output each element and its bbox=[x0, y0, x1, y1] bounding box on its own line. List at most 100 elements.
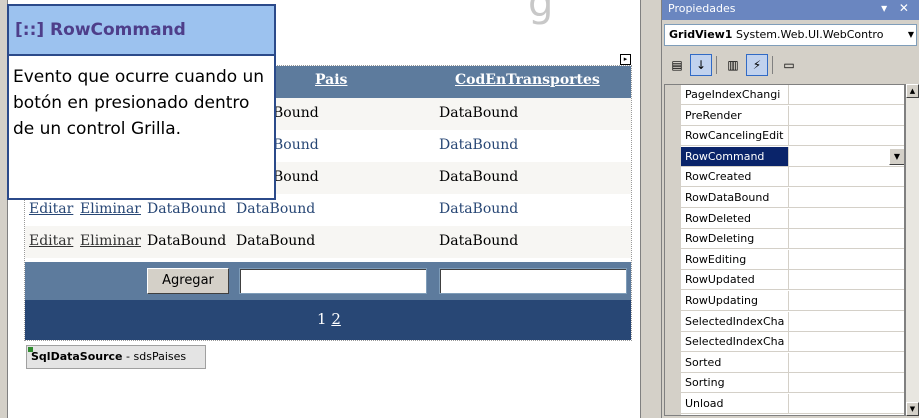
event-handler-value[interactable] bbox=[791, 250, 904, 269]
event-handler-value[interactable] bbox=[791, 188, 904, 207]
pager: 1 2 bbox=[317, 310, 341, 328]
categorized-button[interactable]: ▤ bbox=[666, 54, 688, 76]
cell-codentransportes: DataBound bbox=[439, 201, 519, 217]
event-name: RowCommand bbox=[681, 146, 789, 166]
event-handler-value[interactable] bbox=[791, 353, 904, 372]
add-button[interactable]: Agregar bbox=[147, 268, 229, 294]
grid-gutter bbox=[665, 85, 681, 415]
event-handler-value[interactable] bbox=[791, 332, 904, 351]
event-row[interactable]: RowCreated bbox=[681, 167, 904, 188]
event-name: RowDataBound bbox=[681, 188, 789, 207]
edit-link[interactable]: Editar bbox=[29, 201, 73, 217]
event-row[interactable]: RowDeleted bbox=[681, 208, 904, 229]
event-name: SelectedIndexCha bbox=[681, 311, 789, 331]
event-name: SelectedIndexCha bbox=[681, 332, 789, 352]
property-pages-icon: ▭ bbox=[783, 58, 795, 72]
alphabetical-icon: ↓ bbox=[695, 58, 707, 72]
title-controls[interactable]: ▾ ✕ bbox=[881, 1, 913, 15]
cell-codentransportes: DataBound bbox=[439, 137, 519, 153]
cell-codentransportes: DataBound bbox=[439, 169, 519, 185]
cell-codentransportes: DataBound bbox=[439, 105, 519, 121]
grid-footer-row: Agregar bbox=[25, 262, 631, 300]
pager-current-page: 1 bbox=[317, 310, 327, 328]
event-name: RowEditing bbox=[681, 249, 789, 269]
grid-pager-row: 1 2 bbox=[25, 300, 631, 340]
event-handler-value[interactable] bbox=[791, 209, 904, 228]
event-name: RowUpdated bbox=[681, 270, 789, 290]
scroll-up-icon[interactable]: ▲ bbox=[906, 84, 919, 98]
design-surface: g Pais CodEnTransportes Bound DataBound … bbox=[0, 0, 640, 418]
event-name: RowCancelingEdit bbox=[681, 126, 789, 146]
event-handler-value[interactable] bbox=[791, 85, 904, 104]
properties-icon: ▥ bbox=[727, 58, 739, 72]
background-decoration: g bbox=[528, 0, 554, 26]
pager-page-link[interactable]: 2 bbox=[331, 310, 341, 328]
event-row[interactable]: RowCancelingEdit bbox=[681, 126, 904, 147]
event-row[interactable]: RowUpdated bbox=[681, 270, 904, 291]
properties-title: Propiedades bbox=[668, 2, 736, 15]
datasource-type: SqlDataSource bbox=[31, 350, 123, 363]
toolbar-separator bbox=[772, 56, 773, 74]
cell-nombre: Bound bbox=[273, 105, 319, 121]
dropdown-arrow-icon[interactable]: ▼ bbox=[889, 147, 904, 165]
nombre-input[interactable] bbox=[239, 268, 427, 294]
table-row: Editar Eliminar DataBound DataBound Data… bbox=[25, 226, 631, 258]
codentransportes-input[interactable] bbox=[439, 268, 627, 294]
properties-title-bar: Propiedades ▾ ✕ bbox=[662, 0, 919, 20]
events-icon: ⚡ bbox=[752, 58, 762, 72]
sqldatasource-control[interactable]: SqlDataSource - sdsPaises bbox=[26, 345, 206, 369]
event-handler-value[interactable] bbox=[791, 291, 904, 310]
column-header-pais[interactable]: Pais bbox=[315, 72, 347, 88]
cell-codigo: DataBound bbox=[147, 201, 227, 217]
event-handler-value[interactable] bbox=[791, 312, 904, 331]
event-handler-value[interactable] bbox=[791, 106, 904, 125]
event-row[interactable]: PreRender bbox=[681, 105, 904, 126]
event-name: RowDeleting bbox=[681, 229, 789, 249]
event-row[interactable]: PageIndexChangi bbox=[681, 85, 904, 105]
event-name: Sorting bbox=[681, 373, 789, 393]
event-handler-value[interactable] bbox=[791, 373, 904, 392]
event-row[interactable]: RowDeleting bbox=[681, 229, 904, 250]
event-row[interactable]: SelectedIndexCha bbox=[681, 332, 904, 353]
chevron-down-icon[interactable]: ▼ bbox=[906, 25, 916, 45]
datasource-id: sdsPaises bbox=[133, 350, 187, 363]
delete-link[interactable]: Eliminar bbox=[80, 201, 141, 217]
event-name: RowUpdating bbox=[681, 291, 789, 310]
event-row[interactable]: RowUpdating bbox=[681, 291, 904, 311]
object-type: System.Web.UI.WebContro bbox=[735, 28, 884, 41]
event-row[interactable]: SelectedIndexCha bbox=[681, 311, 904, 332]
panel-splitter[interactable] bbox=[640, 0, 662, 418]
smart-tag-icon[interactable]: ▸ bbox=[620, 54, 631, 65]
event-name: PageIndexChangi bbox=[681, 85, 789, 104]
event-handler-value[interactable] bbox=[791, 394, 904, 413]
event-row[interactable]: Sorted bbox=[681, 352, 904, 373]
event-handler-value[interactable] bbox=[791, 167, 904, 186]
callout-title: [::] RowCommand bbox=[9, 6, 274, 56]
event-handler-value[interactable] bbox=[791, 229, 904, 248]
cell-nombre: DataBound bbox=[236, 233, 316, 249]
event-row[interactable]: Sorting bbox=[681, 373, 904, 394]
event-row[interactable]: RowDataBound bbox=[681, 188, 904, 208]
event-row[interactable]: Unload bbox=[681, 394, 904, 414]
event-row[interactable]: RowEditing bbox=[681, 249, 904, 270]
event-name: RowDeleted bbox=[681, 208, 789, 228]
event-row[interactable]: RowCommand ▼ bbox=[681, 146, 904, 167]
cell-codentransportes: DataBound bbox=[439, 233, 519, 249]
event-name: Unload bbox=[681, 394, 789, 413]
toolbar-separator bbox=[716, 56, 717, 74]
property-pages-button[interactable]: ▭ bbox=[778, 54, 800, 76]
event-handler-value[interactable] bbox=[791, 126, 904, 145]
events-grid[interactable]: PageIndexChangi PreRender RowCancelingEdit… bbox=[664, 84, 905, 416]
column-header-codentransportes[interactable]: CodEnTransportes bbox=[455, 72, 600, 88]
properties-button[interactable]: ▥ bbox=[722, 54, 744, 76]
scroll-down-icon[interactable]: ▼ bbox=[906, 402, 919, 416]
edit-link[interactable]: Editar bbox=[29, 233, 73, 249]
events-button[interactable]: ⚡ bbox=[746, 54, 768, 76]
object-selector[interactable]: GridView1 System.Web.UI.WebContro ▼ bbox=[664, 24, 917, 46]
alphabetical-button[interactable]: ↓ bbox=[690, 54, 712, 76]
events-scrollbar[interactable]: ▲ ▼ bbox=[905, 84, 919, 416]
event-handler-value[interactable]: ▼ bbox=[791, 147, 904, 166]
event-handler-value[interactable] bbox=[791, 270, 904, 289]
tooltip-callout: [::] RowCommand Evento que ocurre cuando… bbox=[7, 4, 276, 200]
delete-link[interactable]: Eliminar bbox=[80, 233, 141, 249]
